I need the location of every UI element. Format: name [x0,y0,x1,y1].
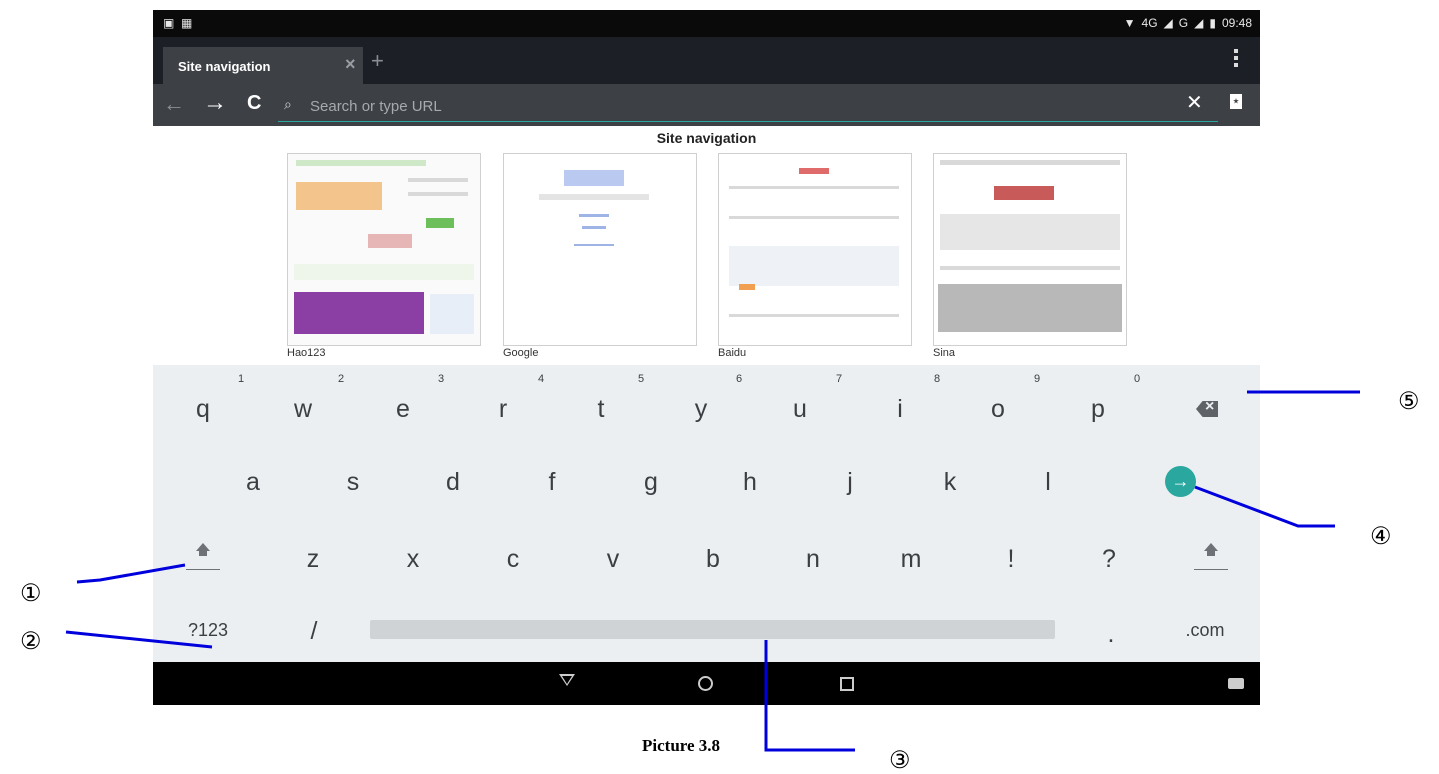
battery-icon: ▮ [1209,16,1216,30]
nav-home-icon[interactable] [698,676,713,691]
key-s[interactable]: s [323,468,383,497]
keyboard-icon[interactable] [1228,678,1244,689]
key-hint-5: 5 [638,373,645,385]
key-period[interactable]: . [1081,620,1141,649]
key-g[interactable]: g [621,468,681,497]
signal-label: G [1178,16,1189,30]
thumbnail-label-baidu: Baidu [718,347,747,359]
key-j[interactable]: j [820,468,880,497]
new-tab-button[interactable]: + [371,50,384,72]
key-r[interactable]: r [473,395,533,424]
key-l[interactable]: l [1018,468,1078,497]
status-bar: ▣ ▦ ▼ 4G ◢ G ◢ ▮ 09:48 [153,10,1260,37]
key-m[interactable]: m [881,545,941,574]
tab-bar: Site navigation × + [153,37,1260,84]
key-p[interactable]: p [1068,395,1128,424]
key-v[interactable]: v [583,545,643,574]
key-c[interactable]: c [483,545,543,574]
key-slash[interactable]: / [284,617,344,646]
key-w[interactable]: w [273,395,333,424]
key-hint-2: 2 [338,373,345,385]
thumbnail-hao123[interactable] [287,153,481,346]
clear-icon[interactable]: ✕ [1186,90,1203,115]
key-h[interactable]: h [720,468,780,497]
thumbnail-google[interactable] [503,153,697,346]
callout-5: ⑤ [1398,387,1420,415]
soft-keyboard: 1 2 3 4 5 6 7 8 9 0 q w e r t y u i o p … [153,365,1260,662]
signal-icon: ◢ [1163,16,1173,30]
key-i[interactable]: i [870,395,930,424]
key-exclamation[interactable]: ! [981,545,1041,574]
status-right: ▼ 4G ◢ G ◢ ▮ 09:48 [1124,16,1252,30]
key-t[interactable]: t [571,395,631,424]
lock-icon: ▦ [181,16,193,30]
key-k[interactable]: k [920,468,980,497]
key-z[interactable]: z [283,545,343,574]
bookmark-icon[interactable] [1230,94,1242,109]
url-field[interactable]: ⌕ [278,91,1218,122]
key-q[interactable]: q [173,395,233,424]
key-hint-1: 1 [238,373,245,385]
callout-1: ① [20,579,42,607]
forward-button[interactable]: → [203,89,227,117]
key-o[interactable]: o [968,395,1028,424]
network-label: 4G [1141,16,1158,30]
signal-icon-2: ◢ [1194,16,1204,30]
clock: 09:48 [1221,16,1252,30]
figure-caption: Picture 3.8 [642,736,721,755]
key-hint-3: 3 [438,373,445,385]
go-arrow-icon[interactable]: → [1165,466,1196,497]
search-icon: ⌕ [284,96,292,112]
shift-icon[interactable] [183,543,223,588]
callout-2: ② [20,627,42,655]
tab-title: Site navigation [178,59,271,74]
key-y[interactable]: y [671,395,731,424]
key-hint-4: 4 [538,373,545,385]
key-f[interactable]: f [522,468,582,497]
wifi-icon: ▼ [1123,16,1136,30]
callout-4: ④ [1370,522,1392,550]
key-hint-8: 8 [934,373,941,385]
key-u[interactable]: u [770,395,830,424]
thumbnail-label-hao123: Hao123 [287,347,326,359]
tablet-screen: ▣ ▦ ▼ 4G ◢ G ◢ ▮ 09:48 Site navigation ×… [153,10,1260,705]
callout-3: ③ [889,746,911,774]
key-a[interactable]: a [223,468,283,497]
space-bar[interactable] [370,620,1055,639]
url-input[interactable] [308,94,1172,118]
key-dotcom[interactable]: .com [1175,620,1235,641]
key-hint-6: 6 [736,373,743,385]
key-d[interactable]: d [423,468,483,497]
key-b[interactable]: b [683,545,743,574]
nav-back-icon[interactable] [559,674,575,686]
thumbnail-baidu[interactable] [718,153,912,346]
key-hint-0: 0 [1134,373,1141,385]
menu-icon[interactable] [1234,49,1238,70]
shift-icon-right[interactable] [1191,543,1231,588]
thumbnail-label-google: Google [503,347,539,359]
key-e[interactable]: e [373,395,433,424]
nav-recent-icon[interactable] [840,677,854,691]
key-hint-7: 7 [836,373,843,385]
page-title: Site navigation [656,130,757,146]
thumbnail-sina[interactable] [933,153,1127,346]
screenshot-icon: ▣ [163,16,175,30]
navigation-bar [153,662,1260,705]
key-n[interactable]: n [783,545,843,574]
key-question[interactable]: ? [1079,545,1139,574]
key-x[interactable]: x [383,545,443,574]
thumbnail-label-sina: Sina [933,347,956,359]
tab-close-icon[interactable]: × [345,54,356,75]
url-bar: ← → C ⌕ ✕ [153,84,1260,126]
key-symbols[interactable]: ?123 [178,620,238,641]
tab-site-navigation[interactable]: Site navigation × [163,47,363,84]
key-hint-9: 9 [1034,373,1041,385]
delete-icon[interactable] [1196,401,1218,417]
reload-button[interactable]: C [247,92,261,115]
back-button[interactable]: ← [163,91,185,117]
